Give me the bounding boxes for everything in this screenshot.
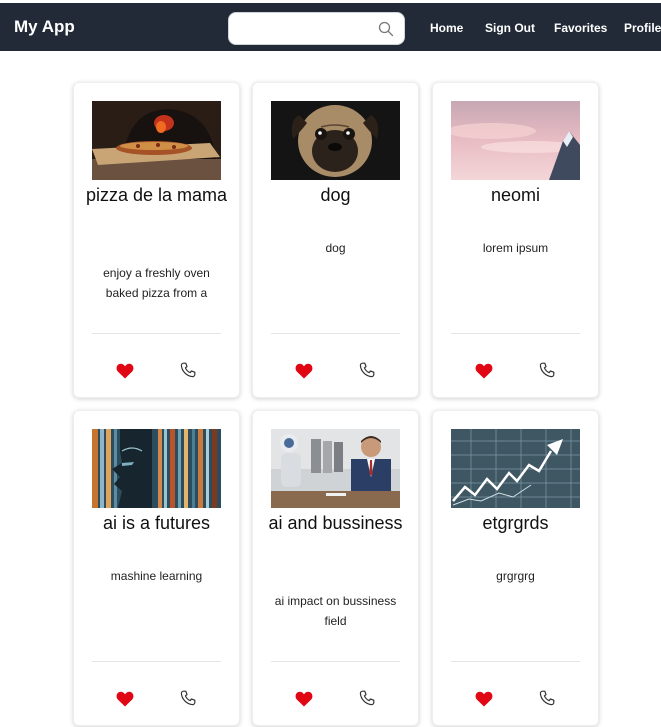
post-description: ai impact on bussiness field (274, 594, 397, 628)
post-image (451, 429, 580, 508)
card-divider (451, 661, 580, 662)
pug-image (271, 101, 400, 180)
pink-sky-mountain-image (451, 101, 580, 180)
post-card: neomi lorem ipsum (432, 82, 599, 398)
search-input[interactable] (229, 13, 369, 44)
robots-office-image (271, 429, 400, 508)
post-title: etgrgrds (482, 513, 549, 533)
post-description: enjoy a freshly oven baked pizza from a (103, 266, 210, 300)
post-description: dog (325, 241, 346, 255)
post-image (92, 429, 221, 508)
search-icon[interactable] (378, 21, 394, 37)
post-image (271, 101, 400, 180)
post-description: lorem ipsum (482, 241, 549, 255)
post-title: pizza de la mama (85, 185, 228, 205)
phone-icon[interactable] (539, 362, 555, 378)
card-divider (271, 661, 400, 662)
post-description: mashine learning (110, 569, 203, 583)
post-title: neomi (490, 185, 541, 205)
stock-chart-arrow-image (451, 429, 580, 508)
post-card: pizza de la mama enjoy a freshly oven ba… (73, 82, 240, 398)
search-box[interactable] (228, 12, 405, 45)
phone-icon[interactable] (539, 690, 555, 706)
navbar: My App Home Sign Out Favorites Profile (0, 0, 661, 51)
favorite-heart-icon[interactable] (116, 363, 134, 379)
favorite-heart-icon[interactable] (295, 363, 313, 379)
digital-face-image (92, 429, 221, 508)
app-brand[interactable]: My App (14, 17, 75, 37)
card-divider (92, 333, 221, 334)
post-title: ai and bussiness (268, 513, 403, 533)
post-card: etgrgrds grgrgrg (432, 410, 599, 726)
post-card: dog dog (252, 82, 419, 398)
favorite-heart-icon[interactable] (475, 691, 493, 707)
nav-home-link[interactable]: Home (430, 21, 463, 35)
phone-icon[interactable] (359, 362, 375, 378)
phone-icon[interactable] (180, 690, 196, 706)
card-divider (271, 333, 400, 334)
pizza-oven-image (92, 101, 221, 180)
card-divider (451, 333, 580, 334)
nav-sign-out-link[interactable]: Sign Out (485, 21, 535, 35)
post-image (451, 101, 580, 180)
phone-icon[interactable] (180, 362, 196, 378)
post-image (92, 101, 221, 180)
post-card: ai is a futures mashine learning (73, 410, 240, 726)
post-description: grgrgrg (496, 569, 535, 583)
favorite-heart-icon[interactable] (116, 691, 134, 707)
post-card: ai and bussiness ai impact on bussiness … (252, 410, 419, 726)
post-title: ai is a futures (102, 513, 211, 533)
card-divider (92, 661, 221, 662)
favorite-heart-icon[interactable] (295, 691, 313, 707)
nav-profile-link[interactable]: Profile (624, 21, 661, 35)
post-image (271, 429, 400, 508)
favorite-heart-icon[interactable] (475, 363, 493, 379)
post-title: dog (320, 185, 351, 205)
nav-favorites-link[interactable]: Favorites (554, 21, 607, 35)
phone-icon[interactable] (359, 690, 375, 706)
